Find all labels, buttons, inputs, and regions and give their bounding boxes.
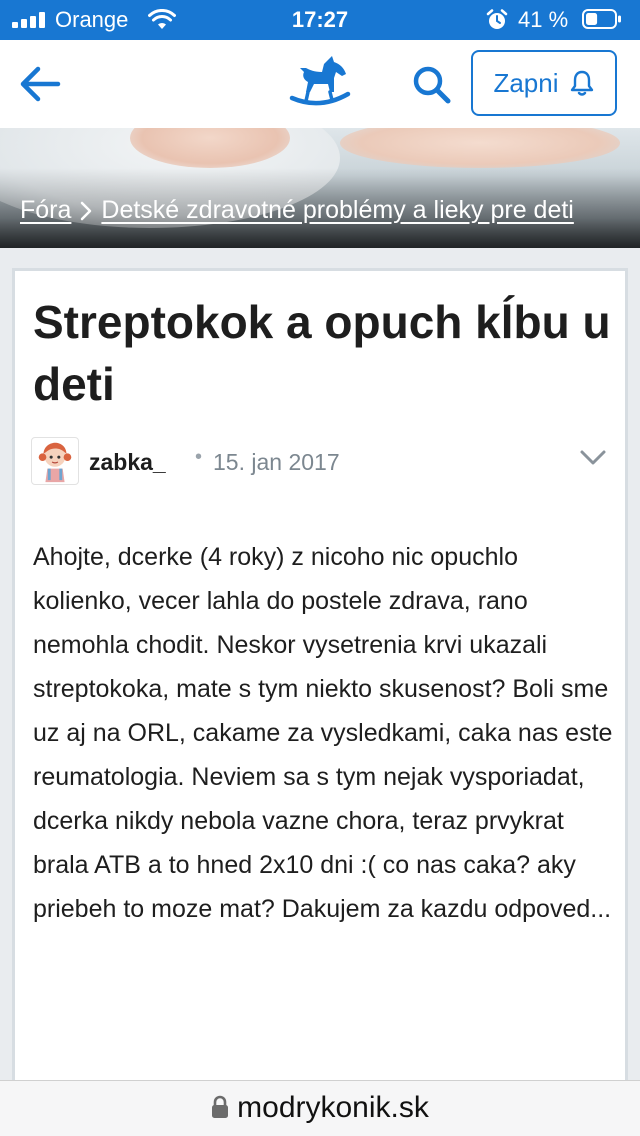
author-name[interactable]: zabka_ — [89, 449, 166, 476]
post-body: Ahojte, dcerke (4 roky) z nicoho nic opu… — [33, 543, 613, 923]
back-arrow-icon[interactable] — [16, 62, 64, 106]
breadcrumb-category-link[interactable]: Detské zdravotné problémy a lieky pre de… — [101, 196, 573, 225]
lock-icon — [212, 1095, 229, 1118]
category-header-image: Fóra Detské zdravotné problémy a lieky p… — [0, 128, 640, 248]
post-date: 15. jan 2017 — [213, 449, 340, 475]
avatar[interactable] — [31, 437, 79, 485]
alarm-icon — [486, 9, 508, 29]
browser-url-bar[interactable]: modrykonik.sk — [0, 1080, 640, 1136]
breadcrumb-forums-link[interactable]: Fóra — [20, 196, 71, 225]
top-navigation-bar: Zapni — [0, 40, 640, 128]
url-display[interactable]: modrykonik.sk — [0, 1091, 640, 1125]
bell-icon — [570, 70, 593, 96]
enable-notifications-button[interactable]: Zapni — [471, 50, 617, 116]
search-icon[interactable] — [408, 62, 456, 106]
meta-separator: • — [195, 446, 203, 468]
battery-icon — [582, 9, 621, 29]
battery-percent: 41 % — [518, 7, 569, 32]
post-card: Streptokok a opuch kĺbu u deti zabka_ • … — [12, 268, 628, 1098]
post-title: Streptokok a opuch kĺbu u deti — [33, 296, 611, 410]
chevron-down-icon[interactable] — [579, 447, 607, 469]
url-text: modrykonik.sk — [237, 1091, 429, 1124]
breadcrumb: Fóra Detské zdravotné problémy a lieky p… — [20, 196, 574, 225]
enable-notifications-label: Zapni — [493, 67, 559, 98]
post-meta: zabka_ • 15. jan 2017 — [31, 437, 611, 489]
chevron-right-icon — [81, 201, 92, 220]
status-bar: Orange 17:27 41 % — [0, 0, 640, 40]
rocking-horse-logo-icon[interactable] — [288, 54, 352, 114]
